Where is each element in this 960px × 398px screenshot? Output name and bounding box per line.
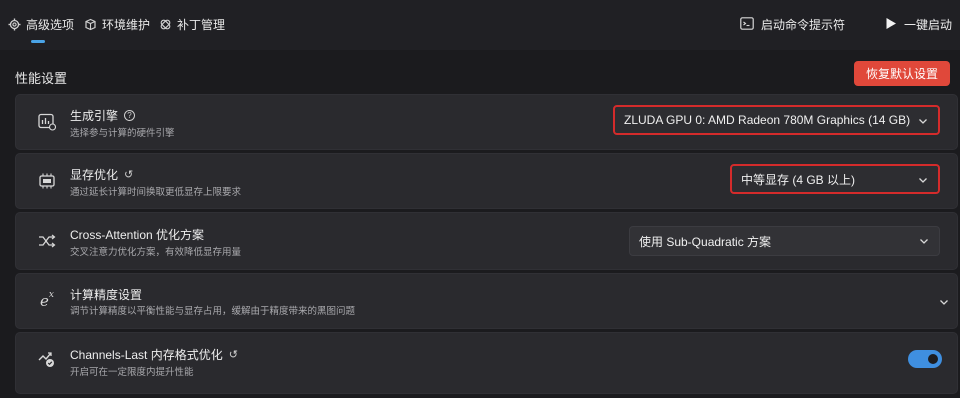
chevron-down-icon (919, 178, 927, 183)
setting-subtitle: 交叉注意力优化方案，有效降低显存用量 (70, 247, 242, 258)
setting-title: Channels-Last 内存格式优化 ↺ (70, 348, 238, 362)
tab-label: 高级选项 (26, 18, 75, 32)
setting-subtitle: 通过延长计算时间换取更低显存上限要求 (70, 187, 242, 198)
section-title: 性能设置 (15, 71, 68, 86)
patch-icon (159, 18, 172, 31)
top-bar: 高级选项 环境维护 补丁管理 启动命令提示符 一键启动 (0, 0, 960, 50)
help-icon[interactable]: ? (124, 110, 136, 121)
setting-title: Cross-Attention 优化方案 (70, 228, 205, 242)
chevron-down-icon (919, 119, 927, 124)
setting-card-channels-last: Channels-Last 内存格式优化 ↺ 开启可在一定限度内提升性能 (15, 332, 958, 394)
setting-card-engine: 生成引擎 ? 选择参与计算的硬件引擎 ZLUDA GPU 0: AMD Rade… (15, 94, 958, 150)
package-icon (84, 18, 97, 31)
launch-label: 一键启动 (904, 18, 953, 32)
setting-title: 生成引擎 ? (70, 107, 136, 124)
terminal-label: 启动命令提示符 (761, 18, 846, 32)
terminal-icon (740, 16, 754, 33)
exponent-icon: ex (40, 290, 54, 310)
setting-card-vram: 显存优化 ↺ 通过延长计算时间换取更低显存上限要求 中等显存 (4 GB 以上) (15, 153, 958, 209)
vram-dropdown[interactable]: 中等显存 (4 GB 以上) (730, 164, 940, 194)
reset-icon[interactable]: ↺ (229, 348, 238, 361)
gear-icon (8, 18, 21, 31)
one-click-launch-button[interactable]: 一键启动 (885, 16, 952, 33)
dropdown-value: 使用 Sub-Quadratic 方案 (639, 234, 772, 249)
active-tab-indicator (31, 40, 45, 43)
launch-terminal-button[interactable]: 启动命令提示符 (740, 16, 845, 33)
setting-card-precision[interactable]: ex 计算精度设置 调节计算精度以平衡性能与显存占用，缓解由于精度带来的黑图问题 (15, 273, 958, 329)
cross-attention-dropdown[interactable]: 使用 Sub-Quadratic 方案 (629, 226, 940, 256)
trend-check-icon (36, 348, 58, 370)
setting-subtitle: 调节计算精度以平衡性能与显存占用，缓解由于精度带来的黑图问题 (70, 306, 356, 317)
tab-label: 环境维护 (102, 18, 151, 32)
shuffle-icon (36, 230, 58, 252)
toggle-knob (928, 354, 938, 364)
setting-title: 计算精度设置 (70, 288, 143, 302)
setting-title: 显存优化 ↺ (70, 168, 134, 182)
engine-icon (36, 111, 58, 133)
tab-patch-management[interactable]: 补丁管理 (159, 16, 225, 33)
dropdown-value: ZLUDA GPU 0: AMD Radeon 780M Graphics (1… (624, 113, 911, 127)
tab-environment-maintenance[interactable]: 环境维护 (84, 16, 150, 33)
channels-last-toggle[interactable] (908, 350, 942, 368)
memory-chip-icon (36, 170, 58, 192)
restore-defaults-button[interactable]: 恢复默认设置 (854, 61, 950, 86)
setting-subtitle: 选择参与计算的硬件引擎 (70, 128, 175, 139)
chevron-down-icon[interactable] (939, 297, 949, 307)
tab-advanced-options[interactable]: 高级选项 (8, 16, 74, 33)
engine-dropdown[interactable]: ZLUDA GPU 0: AMD Radeon 780M Graphics (1… (613, 105, 940, 135)
setting-card-cross-attention: Cross-Attention 优化方案 交叉注意力优化方案，有效降低显存用量 … (15, 212, 958, 270)
play-icon (885, 17, 897, 33)
setting-subtitle: 开启可在一定限度内提升性能 (70, 367, 194, 378)
dropdown-value: 中等显存 (4 GB 以上) (741, 172, 856, 187)
chevron-down-icon (920, 239, 928, 244)
reset-icon[interactable]: ↺ (124, 168, 133, 181)
tab-label: 补丁管理 (177, 18, 226, 32)
